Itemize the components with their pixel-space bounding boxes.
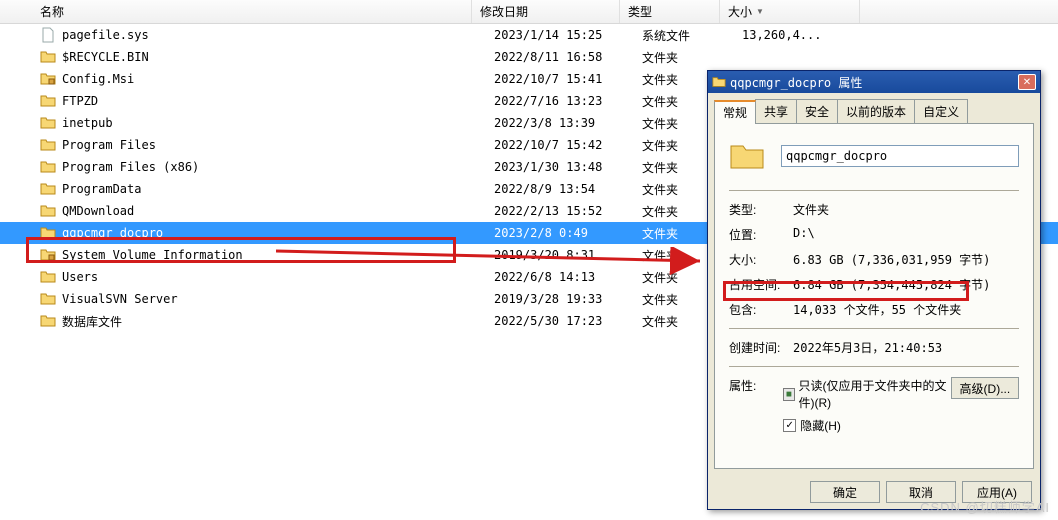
readonly-label: 只读(仅应用于文件夹中的文件)(R) [799,377,951,411]
label-created: 创建时间: [729,339,793,356]
hidden-checkbox-row[interactable]: ✓ 隐藏(H) [783,417,951,434]
column-header-name[interactable]: 名称 [0,0,472,23]
folder-icon [712,75,726,89]
label-size-on-disk: 占用空间: [729,276,793,293]
file-name: 数据库文件 [62,313,494,330]
folder-lock-icon [40,247,56,263]
file-name: Config.Msi [62,72,494,86]
file-date: 2019/3/20 8:31 [494,248,642,262]
label-size: 大小: [729,251,793,268]
file-name: Program Files [62,138,494,152]
label-contains: 包含: [729,301,793,318]
file-name: Users [62,270,494,284]
value-created: 2022年5月3日，21:40:53 [793,339,1019,356]
file-type: 文件夹 [642,49,742,66]
file-date: 2022/3/8 13:39 [494,116,642,130]
file-row[interactable]: $RECYCLE.BIN2022/8/11 16:58文件夹 [0,46,1058,68]
file-name: inetpub [62,116,494,130]
label-location: 位置: [729,226,793,243]
folder-icon [40,181,56,197]
ok-button[interactable]: 确定 [810,481,880,503]
folder-name-input[interactable] [781,145,1019,167]
column-header-size-label: 大小 [728,3,752,20]
hidden-checkbox[interactable]: ✓ [783,419,796,432]
file-name: System Volume Information [62,248,494,262]
file-name: ProgramData [62,182,494,196]
dialog-button-row: 确定 取消 应用(A) [708,475,1040,509]
hidden-label: 隐藏(H) [800,417,841,434]
column-header-type[interactable]: 类型 [620,0,720,23]
file-date: 2022/8/9 13:54 [494,182,642,196]
folder-icon [40,93,56,109]
value-contains: 14,033 个文件，55 个文件夹 [793,301,1019,318]
file-icon [40,27,56,43]
value-location: D:\ [793,226,1019,243]
label-attributes: 属性: [729,377,783,394]
folder-icon [40,49,56,65]
file-name: FTPZD [62,94,494,108]
file-date: 2023/1/30 13:48 [494,160,642,174]
column-header-row: 名称 修改日期 类型 大小 ▼ [0,0,1058,24]
tab-security[interactable]: 安全 [796,99,838,123]
big-folder-icon [729,138,765,174]
file-date: 2022/10/7 15:41 [494,72,642,86]
readonly-checkbox[interactable]: ■ [783,388,794,401]
file-date: 2022/10/7 15:42 [494,138,642,152]
folder-icon [40,291,56,307]
file-name: Program Files (x86) [62,160,494,174]
file-type: 系统文件 [642,27,742,44]
column-header-size[interactable]: 大小 ▼ [720,0,860,23]
column-header-date-label: 修改日期 [480,3,528,20]
cancel-button[interactable]: 取消 [886,481,956,503]
file-date: 2022/7/16 13:23 [494,94,642,108]
label-type: 类型: [729,201,793,218]
file-name: VisualSVN Server [62,292,494,306]
dialog-titlebar[interactable]: qqpcmgr_docpro 属性 ✕ [708,71,1040,93]
folder-icon [40,159,56,175]
column-header-type-label: 类型 [628,3,652,20]
folder-icon [40,313,56,329]
value-type: 文件夹 [793,201,1019,218]
column-header-date[interactable]: 修改日期 [472,0,620,23]
tab-custom[interactable]: 自定义 [914,99,968,123]
file-date: 2022/6/8 14:13 [494,270,642,284]
apply-button[interactable]: 应用(A) [962,481,1032,503]
file-date: 2022/8/11 16:58 [494,50,642,64]
tab-strip: 常规 共享 安全 以前的版本 自定义 [708,93,1040,123]
file-date: 2022/2/13 15:52 [494,204,642,218]
folder-icon [40,115,56,131]
folder-icon [40,269,56,285]
file-size: 13,260,4... [742,28,882,42]
folder-icon [40,137,56,153]
file-name: qqpcmgr_docpro [62,226,494,240]
dialog-body: 类型: 文件夹 位置: D:\ 大小: 6.83 GB (7,336,031,9… [714,123,1034,469]
advanced-button[interactable]: 高级(D)... [951,377,1019,399]
file-date: 2023/2/8 0:49 [494,226,642,240]
folder-icon [40,225,56,241]
properties-dialog: qqpcmgr_docpro 属性 ✕ 常规 共享 安全 以前的版本 自定义 类… [707,70,1041,510]
file-name: $RECYCLE.BIN [62,50,494,64]
close-button[interactable]: ✕ [1018,74,1036,90]
tab-previous-versions[interactable]: 以前的版本 [837,99,915,123]
file-name: QMDownload [62,204,494,218]
file-date: 2019/3/28 19:33 [494,292,642,306]
folder-lock-icon [40,71,56,87]
column-header-name-label: 名称 [40,3,64,20]
file-date: 2022/5/30 17:23 [494,314,642,328]
file-name: pagefile.sys [62,28,494,42]
folder-icon [40,203,56,219]
file-row[interactable]: pagefile.sys2023/1/14 15:25系统文件13,260,4.… [0,24,1058,46]
dialog-title: qqpcmgr_docpro 属性 [730,74,1018,91]
value-size-on-disk: 6.84 GB (7,354,445,824 字节) [793,276,1019,293]
file-date: 2023/1/14 15:25 [494,28,642,42]
sort-indicator-icon: ▼ [756,7,764,16]
readonly-checkbox-row[interactable]: ■ 只读(仅应用于文件夹中的文件)(R) [783,377,951,411]
tab-general[interactable]: 常规 [714,100,756,124]
value-size: 6.83 GB (7,336,031,959 字节) [793,251,1019,268]
tab-share[interactable]: 共享 [755,99,797,123]
